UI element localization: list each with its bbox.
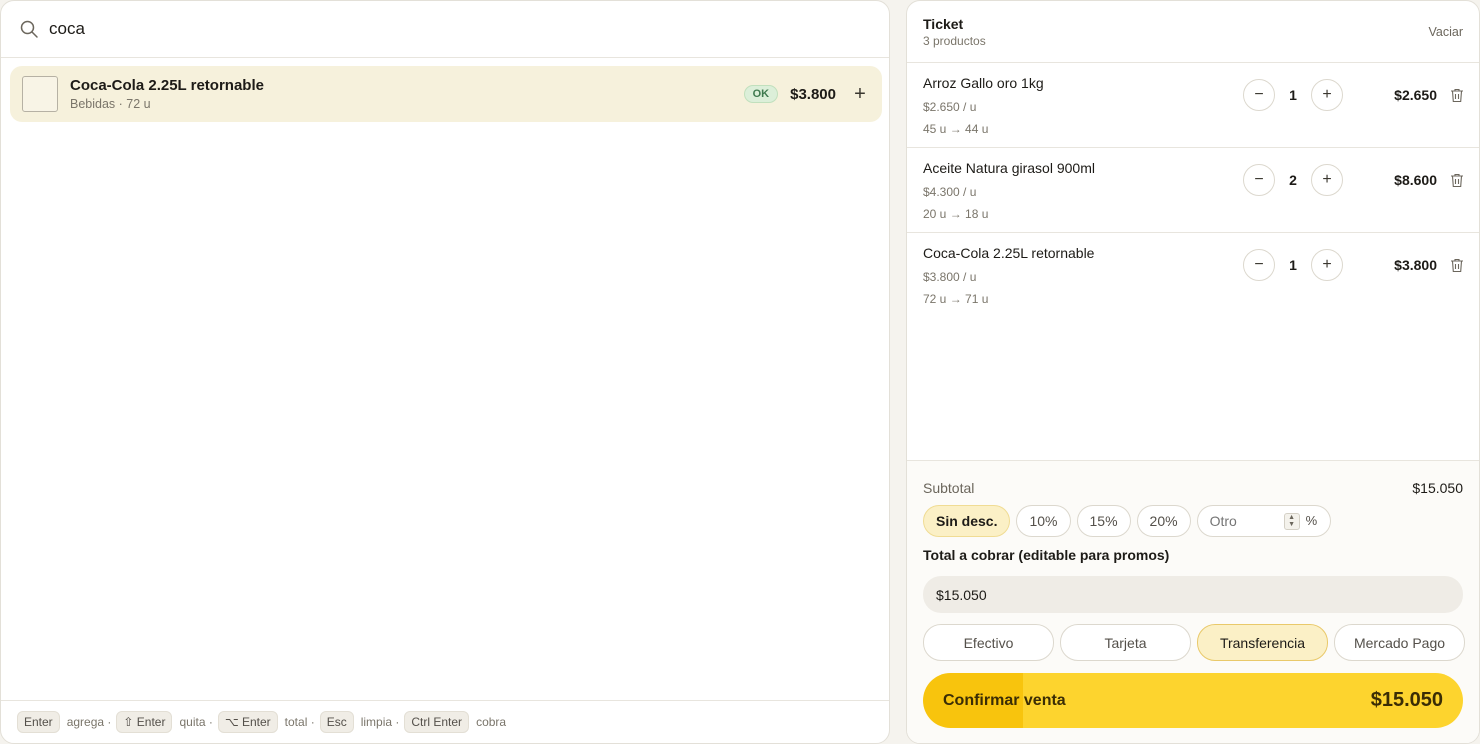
search-bar bbox=[1, 1, 889, 58]
increase-qty-button[interactable]: + bbox=[1311, 79, 1343, 111]
shortcut-key: Esc bbox=[319, 711, 354, 733]
subtotal-row: Subtotal $15.050 bbox=[923, 480, 1463, 496]
clear-ticket-button[interactable]: Vaciar bbox=[1428, 25, 1463, 39]
discount-none-chip[interactable]: Sin desc. bbox=[923, 505, 1011, 537]
result-price: $3.800 bbox=[790, 85, 836, 103]
quantity-stepper: − 2 + bbox=[1243, 164, 1343, 196]
add-to-ticket-button[interactable]: + bbox=[850, 83, 870, 106]
quantity-value: 1 bbox=[1289, 257, 1297, 273]
line-unit-price: $3.800 / u bbox=[923, 270, 977, 284]
quantity-stepper: − 1 + bbox=[1243, 79, 1343, 111]
quantity-value: 2 bbox=[1289, 172, 1297, 188]
total-label: Total a cobrar (editable para promos) bbox=[923, 547, 1170, 563]
trash-icon[interactable] bbox=[1450, 173, 1464, 188]
search-input[interactable] bbox=[49, 19, 649, 39]
decrease-qty-button[interactable]: − bbox=[1243, 79, 1275, 111]
search-icon bbox=[20, 20, 38, 38]
discount-other-field: ▲▼ % bbox=[1196, 505, 1331, 537]
payment-mercadopago-button[interactable]: Mercado Pago bbox=[1334, 624, 1465, 661]
total-input[interactable] bbox=[936, 586, 1336, 603]
result-product-name: Coca-Cola 2.25L retornable bbox=[70, 77, 264, 94]
shortcut-key: ⌥ Enter bbox=[217, 711, 278, 733]
shortcut-label: cobra bbox=[476, 715, 507, 729]
shortcut-key: Enter bbox=[17, 711, 60, 733]
discount-options: Sin desc. 10% 15% 20% ▲▼ % bbox=[923, 505, 1337, 537]
line-unit-price: $2.650 / u bbox=[923, 100, 977, 114]
discount-10-chip[interactable]: 10% bbox=[1016, 505, 1071, 537]
subtotal-value: $15.050 bbox=[1412, 480, 1463, 496]
decrease-qty-button[interactable]: − bbox=[1243, 249, 1275, 281]
line-total: $3.800 bbox=[1394, 257, 1437, 273]
number-spinner-icon[interactable]: ▲ ▼ bbox=[1283, 513, 1300, 530]
line-total: $8.600 bbox=[1394, 172, 1437, 188]
increase-qty-button[interactable]: + bbox=[1311, 249, 1343, 281]
trash-icon[interactable] bbox=[1450, 88, 1464, 103]
shortcut-label: quita · bbox=[179, 715, 213, 729]
line-product-name: Coca-Cola 2.25L retornable bbox=[923, 245, 1095, 261]
confirm-sale-label: Confirmar venta bbox=[943, 691, 1066, 709]
confirm-sale-total: $15.050 bbox=[1370, 689, 1443, 711]
payment-methods: Efectivo Tarjeta Transferencia Mercado P… bbox=[923, 624, 1465, 661]
result-stock: 72 u bbox=[126, 97, 151, 111]
line-product-name: Aceite Natura girasol 900ml bbox=[923, 160, 1095, 176]
ticket-line: Arroz Gallo oro 1kg $2.650 / u 45 u → 44… bbox=[907, 63, 1479, 148]
ticket-line: Aceite Natura girasol 900ml $4.300 / u 2… bbox=[907, 148, 1479, 233]
ticket-title: Ticket bbox=[923, 16, 964, 32]
shortcut-label: total · bbox=[284, 715, 315, 729]
ticket-panel: Ticket 3 productos Vaciar Arroz Gallo or… bbox=[906, 0, 1480, 744]
keyboard-shortcuts-bar: Enter agrega · ⇧ Enter quita · ⌥ Enter tota… bbox=[1, 700, 889, 743]
checkout-section: Subtotal $15.050 Sin desc. 10% 15% 20% ▲… bbox=[907, 460, 1479, 743]
subtotal-label: Subtotal bbox=[923, 480, 975, 496]
shortcut-label: limpia · bbox=[360, 715, 400, 729]
quantity-stepper: − 1 + bbox=[1243, 249, 1343, 281]
line-unit-price: $4.300 / u bbox=[923, 185, 977, 199]
ticket-item-count: 3 productos bbox=[923, 34, 986, 48]
decrease-qty-button[interactable]: − bbox=[1243, 164, 1275, 196]
shortcut-key: Ctrl Enter bbox=[404, 711, 470, 733]
discount-15-chip[interactable]: 15% bbox=[1076, 505, 1131, 537]
percent-sign: % bbox=[1305, 513, 1318, 528]
product-thumbnail bbox=[22, 76, 58, 112]
payment-cash-button[interactable]: Efectivo bbox=[923, 624, 1054, 661]
line-stock-change: 72 u → 71 u bbox=[923, 292, 989, 306]
discount-20-chip[interactable]: 20% bbox=[1136, 505, 1191, 537]
ticket-line: Coca-Cola 2.25L retornable $3.800 / u 72… bbox=[907, 233, 1479, 318]
increase-qty-button[interactable]: + bbox=[1311, 164, 1343, 196]
trash-icon[interactable] bbox=[1450, 258, 1464, 273]
search-result-item[interactable]: Coca-Cola 2.25L retornable Bebidas · 72 … bbox=[10, 66, 882, 122]
payment-transfer-button[interactable]: Transferencia bbox=[1197, 624, 1328, 661]
total-field bbox=[923, 576, 1463, 613]
line-product-name: Arroz Gallo oro 1kg bbox=[923, 75, 1044, 91]
shortcut-label: agrega · bbox=[66, 715, 112, 729]
line-stock-change: 45 u → 44 u bbox=[923, 122, 989, 136]
stock-status-badge: OK bbox=[743, 85, 779, 103]
ticket-header: Ticket 3 productos Vaciar bbox=[907, 1, 1479, 63]
payment-card-button[interactable]: Tarjeta bbox=[1060, 624, 1191, 661]
quantity-value: 1 bbox=[1289, 87, 1297, 103]
result-category: Bebidas bbox=[70, 97, 116, 111]
product-search-panel: Coca-Cola 2.25L retornable Bebidas · 72 … bbox=[0, 0, 890, 744]
line-stock-change: 20 u → 18 u bbox=[923, 207, 989, 221]
line-total: $2.650 bbox=[1394, 87, 1437, 103]
shortcut-key: ⇧ Enter bbox=[116, 711, 173, 733]
confirm-sale-button[interactable]: Confirmar venta $15.050 bbox=[923, 673, 1463, 728]
discount-other-input[interactable] bbox=[1209, 513, 1290, 529]
